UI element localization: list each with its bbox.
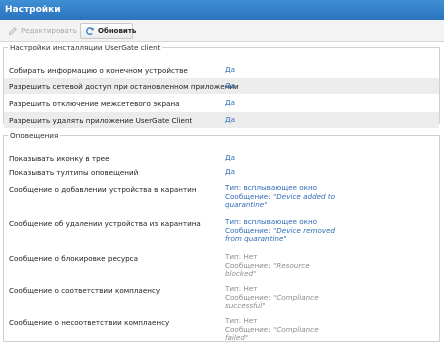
alert-row[interactable]: Сообщение о добавлении устройства в кара… [4, 180, 439, 214]
edit-button[interactable]: Редактировать [4, 23, 81, 39]
alert-row[interactable]: Показывать тултипы оповещений Да [4, 165, 439, 180]
alert-message-cont: quarantine" [225, 200, 268, 210]
alert-label: Сообщение о несоответствии комплаенсу [9, 318, 170, 327]
refresh-button[interactable]: Обновить [80, 23, 137, 39]
alert-message-cont: failed" [225, 333, 249, 343]
setting-value-link[interactable]: Да [225, 115, 235, 125]
refresh-button-label: Обновить [98, 27, 137, 35]
alert-row[interactable]: Показывать иконку в трее Да [4, 150, 439, 165]
install-settings-group: Настройки инсталляции UserGate client Со… [3, 43, 440, 129]
alert-row[interactable]: Сообщение о несоответствии комплаенсу Ти… [4, 314, 439, 345]
alert-value-link[interactable]: Тип: всплывающее окно Сообщение: "Device… [225, 183, 336, 210]
setting-value-link[interactable]: Да [225, 81, 235, 91]
alert-row[interactable]: Сообщение об удалении устройства из кара… [4, 214, 439, 249]
settings-row[interactable]: Разрешить сетевой доступ при остановленн… [4, 78, 439, 95]
alert-label: Показывать иконку в трее [9, 154, 110, 163]
setting-label: Разрешить сетевой доступ при остановленн… [9, 82, 239, 91]
pencil-icon [8, 26, 18, 36]
alert-label: Сообщение об удалении устройства из кара… [9, 219, 201, 228]
alerts-legend: Оповещения [10, 131, 59, 140]
alert-message-cont: blocked" [225, 269, 257, 279]
setting-label: Разрешить удалять приложение UserGate Cl… [9, 116, 193, 125]
alert-message-cont: from quarantine" [225, 234, 287, 244]
refresh-icon [85, 26, 95, 36]
alert-value-link[interactable]: Тип: Нет Сообщение: "Compliance failed" [225, 316, 319, 343]
alert-message-cont: successful" [225, 301, 266, 311]
alert-value-link[interactable]: Тип: всплывающее окно Сообщение: "Device… [225, 217, 335, 244]
alert-value-link[interactable]: Да [225, 153, 235, 163]
toolbar: Редактировать Обновить [0, 20, 444, 42]
alerts-group: Оповещения Показывать иконку в трее Да П… [3, 131, 440, 342]
setting-value-link[interactable]: Да [225, 98, 235, 108]
alert-message: "Resource [272, 260, 310, 270]
alert-message: "Compliance [272, 292, 319, 302]
setting-label: Собирать информацию о конечном устройств… [9, 66, 188, 75]
alert-message: "Compliance [272, 324, 319, 334]
settings-row[interactable]: Собирать информацию о конечном устройств… [4, 62, 439, 78]
page-title: Настройки [0, 0, 444, 20]
alert-value-link[interactable]: Тип: Нет Сообщение: "Compliance successf… [225, 284, 319, 311]
alert-message: "Device added to [272, 191, 336, 201]
alert-row[interactable]: Сообщение о соответствии комплаенсу Тип:… [4, 282, 439, 314]
alert-value-link[interactable]: Да [225, 167, 235, 177]
alert-label: Показывать тултипы оповещений [9, 168, 139, 177]
alert-row[interactable]: Сообщение о блокировке ресурса Тип: Нет … [4, 249, 439, 282]
settings-row[interactable]: Разрешить удалять приложение UserGate Cl… [4, 112, 439, 129]
alert-label: Сообщение о блокировке ресурса [9, 254, 138, 263]
install-settings-legend: Настройки инсталляции UserGate client [10, 43, 161, 52]
alert-label: Сообщение о добавлении устройства в кара… [9, 185, 197, 194]
edit-button-label: Редактировать [21, 27, 77, 35]
setting-label: Разрешить отключение межсетевого экрана [9, 99, 180, 108]
setting-value-link[interactable]: Да [225, 65, 235, 75]
settings-row[interactable]: Разрешить отключение межсетевого экрана … [4, 95, 439, 112]
alert-value-link[interactable]: Тип: Нет Сообщение: "Resource blocked" [225, 252, 310, 279]
alert-label: Сообщение о соответствии комплаенсу [9, 286, 161, 295]
